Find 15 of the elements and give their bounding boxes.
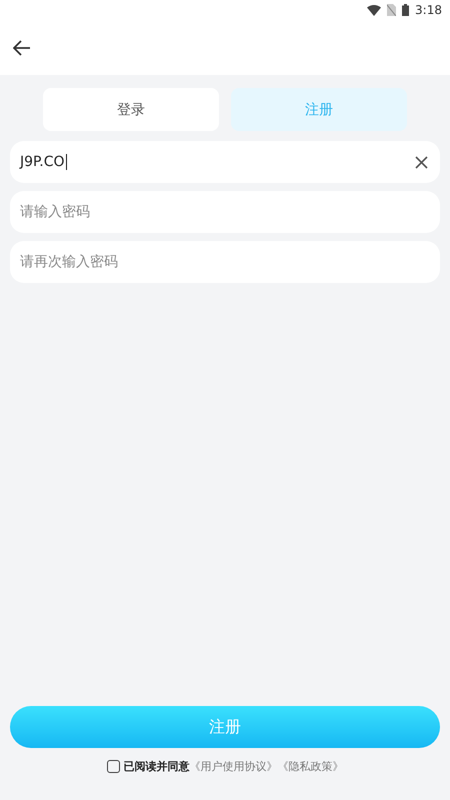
battery-icon <box>402 4 410 16</box>
account-field[interactable]: J9P.CO <box>10 141 440 183</box>
wifi-icon <box>367 4 382 16</box>
agreement-checkbox[interactable] <box>106 760 120 772</box>
password-field[interactable]: 请再次输入密码 <box>10 241 440 283</box>
back-arrow-icon[interactable] <box>13 40 31 56</box>
no-sim-icon <box>387 4 396 16</box>
agreement-text: 已阅读并同意 <box>124 758 190 774</box>
policy-link[interactable]: 《隐私政策》 <box>278 758 344 774</box>
tab[interactable]: 登录 <box>43 88 219 131</box>
password-field[interactable]: 请输入密码 <box>10 191 440 233</box>
policy-link[interactable]: 《用户使用协议》 <box>190 758 278 774</box>
clear-icon[interactable] <box>415 156 428 168</box>
tab[interactable]: 注册 <box>231 88 407 131</box>
status-time: 3:18 <box>415 3 442 17</box>
